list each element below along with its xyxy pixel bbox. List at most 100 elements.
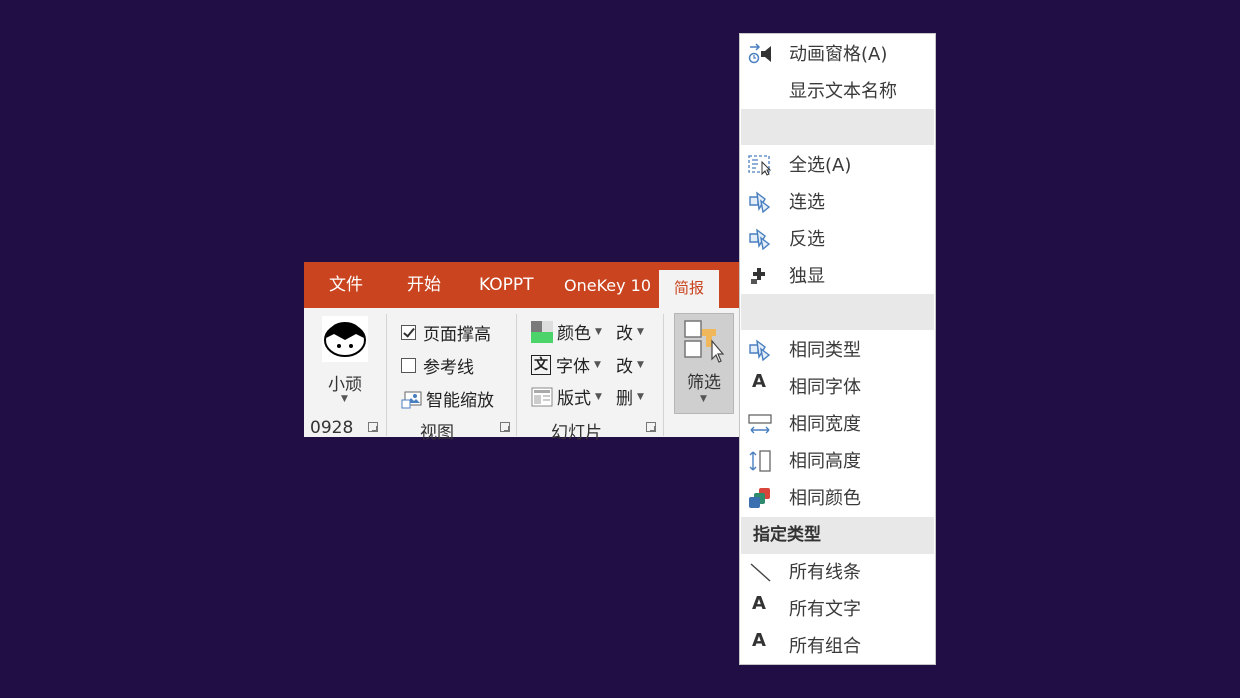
menu-item-label: 所有文字 bbox=[789, 599, 861, 620]
chevron-down-icon: ▼ bbox=[637, 326, 644, 337]
smart-zoom-button[interactable]: 智能缩放 bbox=[401, 386, 494, 411]
font-change-label: 改 bbox=[616, 357, 633, 377]
checkbox-unchecked-icon bbox=[401, 358, 416, 373]
menu-item-same-width[interactable]: 相同宽度 bbox=[740, 406, 935, 442]
menu-item-select-connected[interactable]: 连选 bbox=[740, 184, 935, 220]
menu-item-label: 连选 bbox=[789, 192, 825, 213]
ribbon-body: 小顽 ▼ 0928 页面撑高 参考线 智能缩放 视图 颜色 ▼ 改 ▼ 文 字体… bbox=[304, 308, 740, 443]
layout-delete-label: 删 bbox=[616, 389, 633, 409]
page-stretch-checkbox[interactable]: 页面撑高 bbox=[401, 320, 491, 345]
menu-item-label: 相同宽度 bbox=[789, 414, 861, 435]
menu-item-animation-pane[interactable]: 动画窗格(A) bbox=[740, 36, 935, 72]
chevron-down-icon: ▼ bbox=[595, 326, 602, 337]
color-swatch-icon bbox=[531, 320, 553, 343]
smart-zoom-icon bbox=[401, 391, 422, 408]
font-letter-icon: A bbox=[752, 371, 766, 392]
menu-item-label: 所有组合 bbox=[789, 636, 861, 657]
menu-item-label: 全选(A) bbox=[789, 155, 852, 176]
tab-home[interactable]: 开始 bbox=[407, 262, 441, 308]
same-height-icon bbox=[749, 450, 771, 472]
font-change-button[interactable]: 改 ▼ bbox=[616, 352, 644, 377]
select-all-icon bbox=[748, 155, 772, 176]
color-change-button[interactable]: 改 ▼ bbox=[616, 319, 644, 344]
menu-item-same-color[interactable]: 相同颜色 bbox=[740, 480, 935, 516]
group-divider bbox=[516, 314, 517, 436]
chevron-down-icon: ▼ bbox=[595, 391, 602, 402]
menu-item-label: 相同字体 bbox=[789, 377, 861, 398]
group-label-view: 视图 bbox=[420, 423, 454, 443]
chevron-down-icon: ▼ bbox=[341, 394, 348, 404]
layout-menu[interactable]: 版式 ▼ bbox=[531, 384, 602, 409]
dialog-launcher-icon[interactable] bbox=[500, 422, 510, 432]
user-button[interactable]: 小顽 ▼ bbox=[316, 312, 374, 410]
filter-label: 筛选 bbox=[687, 373, 721, 393]
menu-item-label: 反选 bbox=[789, 229, 825, 250]
chevron-down-icon: ▼ bbox=[700, 394, 707, 404]
menu-item-label: 所有线条 bbox=[789, 562, 861, 583]
color-menu[interactable]: 颜色 ▼ bbox=[531, 319, 602, 344]
menu-item-label: 相同颜色 bbox=[789, 488, 861, 509]
menu-item-solo-show[interactable]: 独显 bbox=[740, 258, 935, 294]
checkbox-checked-icon bbox=[401, 325, 416, 340]
group-letter-icon: A bbox=[752, 630, 766, 651]
tab-jianbao[interactable]: 简报 bbox=[659, 270, 719, 308]
solo-show-icon bbox=[751, 268, 765, 284]
menu-item-all-lines[interactable]: 所有线条 bbox=[740, 554, 935, 590]
chevron-down-icon: ▼ bbox=[637, 391, 644, 402]
section-header-label: 指定类型 bbox=[753, 525, 821, 545]
section-header: 指定类型 bbox=[741, 517, 934, 554]
same-color-icon bbox=[749, 488, 770, 508]
menu-item-label: 显示文本名称 bbox=[789, 81, 897, 102]
avatar-icon bbox=[322, 316, 368, 362]
invert-selection-icon bbox=[749, 228, 771, 250]
user-name: 小顽 bbox=[328, 375, 362, 395]
menu-item-label: 独显 bbox=[789, 266, 825, 287]
menu-item-show-text-name[interactable]: 显示文本名称 bbox=[740, 73, 935, 109]
menu-item-same-font[interactable]: A 相同字体 bbox=[740, 369, 935, 405]
menu-item-all-groups[interactable]: A 所有组合 bbox=[740, 628, 935, 664]
menu-item-label: 相同高度 bbox=[789, 451, 861, 472]
layout-label: 版式 bbox=[557, 389, 591, 409]
menu-item-select-all[interactable]: 全选(A) bbox=[740, 147, 935, 183]
guides-label: 参考线 bbox=[423, 358, 474, 378]
page-stretch-label: 页面撑高 bbox=[423, 325, 491, 345]
menu-separator-band bbox=[741, 294, 934, 330]
menu-item-label: 动画窗格(A) bbox=[789, 44, 888, 65]
group-divider bbox=[386, 314, 387, 436]
group-label-slide: 幻灯片 bbox=[551, 423, 602, 443]
menu-item-same-type[interactable]: 相同类型 bbox=[740, 332, 935, 368]
tab-koppt[interactable]: KOPPT bbox=[479, 262, 534, 308]
font-text-icon: 文 bbox=[531, 354, 551, 375]
dialog-launcher-icon[interactable] bbox=[646, 422, 656, 432]
layout-delete-button[interactable]: 删 ▼ bbox=[616, 384, 644, 409]
layout-icon bbox=[531, 387, 553, 406]
color-change-label: 改 bbox=[616, 324, 633, 344]
filter-button[interactable]: 筛选 ▼ bbox=[674, 313, 734, 414]
menu-item-all-text[interactable]: A 所有文字 bbox=[740, 591, 935, 627]
animation-pane-icon bbox=[748, 43, 771, 64]
ribbon: 文件 开始 KOPPT OneKey 10 简报 小顽 ▼ 0928 页面撑高 bbox=[304, 262, 740, 443]
line-icon bbox=[750, 563, 771, 582]
same-type-icon bbox=[749, 339, 771, 361]
group-label-user: 0928 bbox=[310, 418, 354, 438]
tab-file[interactable]: 文件 bbox=[329, 262, 363, 308]
guides-checkbox[interactable]: 参考线 bbox=[401, 353, 474, 378]
filter-icon bbox=[684, 320, 725, 363]
menu-item-label: 相同类型 bbox=[789, 340, 861, 361]
same-width-icon bbox=[748, 414, 772, 434]
filter-dropdown-menu: 动画窗格(A) 显示文本名称 全选(A) 连选 反选 独显 相同类型 A 相同字… bbox=[739, 33, 936, 665]
tab-onekey[interactable]: OneKey 10 bbox=[564, 262, 651, 308]
chevron-down-icon: ▼ bbox=[637, 359, 644, 370]
smart-zoom-label: 智能缩放 bbox=[426, 391, 494, 411]
group-divider bbox=[663, 314, 664, 436]
select-connected-icon bbox=[749, 191, 771, 213]
chevron-down-icon: ▼ bbox=[594, 359, 601, 370]
menu-item-invert-selection[interactable]: 反选 bbox=[740, 221, 935, 257]
color-label: 颜色 bbox=[557, 324, 591, 344]
menu-item-same-height[interactable]: 相同高度 bbox=[740, 443, 935, 479]
menu-separator-band bbox=[741, 109, 934, 145]
ribbon-tab-bar: 文件 开始 KOPPT OneKey 10 简报 bbox=[304, 262, 740, 308]
font-label: 字体 bbox=[556, 357, 590, 377]
font-menu[interactable]: 文 字体 ▼ bbox=[531, 352, 601, 377]
dialog-launcher-icon[interactable] bbox=[368, 422, 378, 432]
